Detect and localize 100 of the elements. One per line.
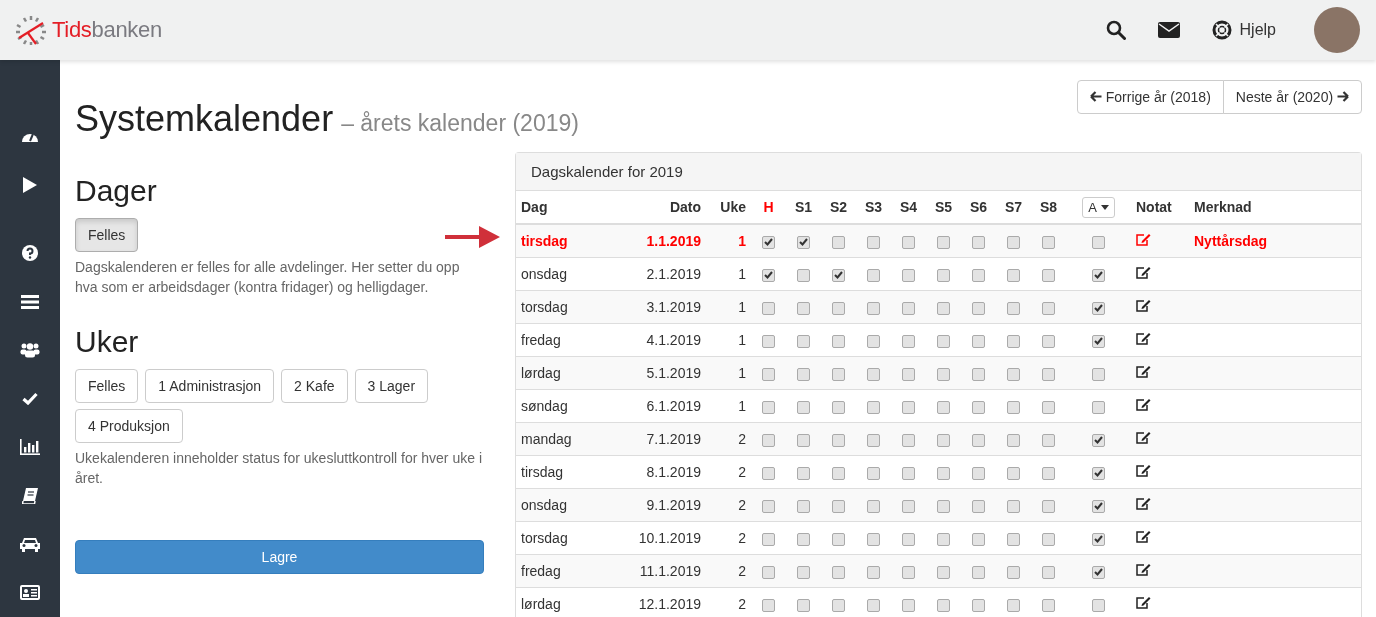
checkbox[interactable] xyxy=(797,499,810,513)
checkbox[interactable] xyxy=(937,565,950,579)
previous-year-button[interactable]: Forrige år (2018) xyxy=(1076,80,1224,114)
checkbox[interactable] xyxy=(867,334,880,348)
edit-note-icon[interactable] xyxy=(1136,299,1151,312)
checkbox[interactable] xyxy=(1042,499,1055,513)
checkbox[interactable] xyxy=(972,565,985,579)
checkbox[interactable] xyxy=(902,466,915,480)
checkbox[interactable] xyxy=(1007,268,1020,282)
checkbox[interactable] xyxy=(867,433,880,447)
avatar[interactable] xyxy=(1314,7,1360,53)
list-icon[interactable] xyxy=(21,294,39,309)
edit-note-icon[interactable] xyxy=(1136,266,1151,279)
checkbox[interactable] xyxy=(797,466,810,480)
checkbox[interactable] xyxy=(832,235,845,249)
checkbox[interactable] xyxy=(867,598,880,612)
checkbox[interactable] xyxy=(867,268,880,282)
play-icon[interactable] xyxy=(23,176,37,193)
checkbox[interactable] xyxy=(797,532,810,546)
checkbox[interactable] xyxy=(867,565,880,579)
check-icon[interactable] xyxy=(22,392,38,406)
checkbox[interactable] xyxy=(762,466,775,480)
checkbox[interactable] xyxy=(762,367,775,381)
checkbox[interactable] xyxy=(937,499,950,513)
checkbox[interactable] xyxy=(902,433,915,447)
checkbox[interactable] xyxy=(1092,235,1105,249)
checkbox[interactable] xyxy=(937,367,950,381)
users-icon[interactable] xyxy=(20,342,40,359)
checkbox[interactable] xyxy=(902,532,915,546)
edit-note-icon[interactable] xyxy=(1136,497,1151,510)
checkbox[interactable] xyxy=(867,499,880,513)
checkbox[interactable] xyxy=(972,301,985,315)
checkbox[interactable] xyxy=(832,400,845,414)
checkbox[interactable] xyxy=(902,235,915,249)
checkbox[interactable] xyxy=(762,334,775,348)
checkbox[interactable] xyxy=(867,301,880,315)
checkbox[interactable] xyxy=(797,268,810,282)
checkbox[interactable] xyxy=(797,598,810,612)
checkbox[interactable] xyxy=(832,499,845,513)
checkbox[interactable] xyxy=(902,334,915,348)
edit-note-icon[interactable] xyxy=(1136,398,1151,411)
checkbox[interactable] xyxy=(797,334,810,348)
checkbox[interactable] xyxy=(972,499,985,513)
checkbox[interactable] xyxy=(1042,466,1055,480)
checkbox[interactable] xyxy=(762,301,775,315)
checkbox[interactable] xyxy=(1092,301,1105,315)
checkbox[interactable] xyxy=(762,433,775,447)
checkbox[interactable] xyxy=(762,598,775,612)
checkbox[interactable] xyxy=(1092,466,1105,480)
checkbox[interactable] xyxy=(902,268,915,282)
checkbox[interactable] xyxy=(937,466,950,480)
checkbox[interactable] xyxy=(1007,301,1020,315)
checkbox[interactable] xyxy=(832,532,845,546)
checkbox[interactable] xyxy=(1092,367,1105,381)
checkbox[interactable] xyxy=(1092,268,1105,282)
checkbox[interactable] xyxy=(832,268,845,282)
checkbox[interactable] xyxy=(797,301,810,315)
checkbox[interactable] xyxy=(1042,301,1055,315)
checkbox[interactable] xyxy=(1007,400,1020,414)
checkbox[interactable] xyxy=(797,367,810,381)
checkbox[interactable] xyxy=(1007,466,1020,480)
checkbox[interactable] xyxy=(1042,433,1055,447)
edit-note-icon[interactable] xyxy=(1136,332,1151,345)
checkbox[interactable] xyxy=(1007,565,1020,579)
checkbox[interactable] xyxy=(832,598,845,612)
checkbox[interactable] xyxy=(972,334,985,348)
next-year-button[interactable]: Neste år (2020) xyxy=(1222,80,1362,114)
checkbox[interactable] xyxy=(937,334,950,348)
checkbox[interactable] xyxy=(762,532,775,546)
checkbox[interactable] xyxy=(972,433,985,447)
checkbox[interactable] xyxy=(797,565,810,579)
department-button[interactable]: Felles xyxy=(75,369,139,403)
checkbox[interactable] xyxy=(902,367,915,381)
checkbox[interactable] xyxy=(937,433,950,447)
book-icon[interactable] xyxy=(22,487,38,504)
checkbox[interactable] xyxy=(937,400,950,414)
checkbox[interactable] xyxy=(902,400,915,414)
checkbox[interactable] xyxy=(867,235,880,249)
checkbox[interactable] xyxy=(972,598,985,612)
checkbox[interactable] xyxy=(762,235,775,249)
checkbox[interactable] xyxy=(902,598,915,612)
help-link[interactable]: Hjelp xyxy=(1211,20,1276,40)
help-icon[interactable] xyxy=(22,245,38,262)
checkbox[interactable] xyxy=(832,466,845,480)
checkbox[interactable] xyxy=(972,532,985,546)
envelope-icon[interactable] xyxy=(1157,22,1180,38)
save-button[interactable]: Lagre xyxy=(75,540,484,574)
checkbox[interactable] xyxy=(972,367,985,381)
edit-note-icon[interactable] xyxy=(1136,530,1151,543)
checkbox[interactable] xyxy=(1007,367,1020,381)
checkbox[interactable] xyxy=(902,301,915,315)
department-button[interactable]: 4 Produksjon xyxy=(75,409,183,443)
edit-note-icon[interactable] xyxy=(1136,365,1151,378)
car-icon[interactable] xyxy=(20,536,40,553)
checkbox[interactable] xyxy=(1042,268,1055,282)
checkbox[interactable] xyxy=(1042,367,1055,381)
checkbox[interactable] xyxy=(797,400,810,414)
checkbox[interactable] xyxy=(1092,433,1105,447)
checkbox[interactable] xyxy=(937,268,950,282)
checkbox[interactable] xyxy=(762,268,775,282)
